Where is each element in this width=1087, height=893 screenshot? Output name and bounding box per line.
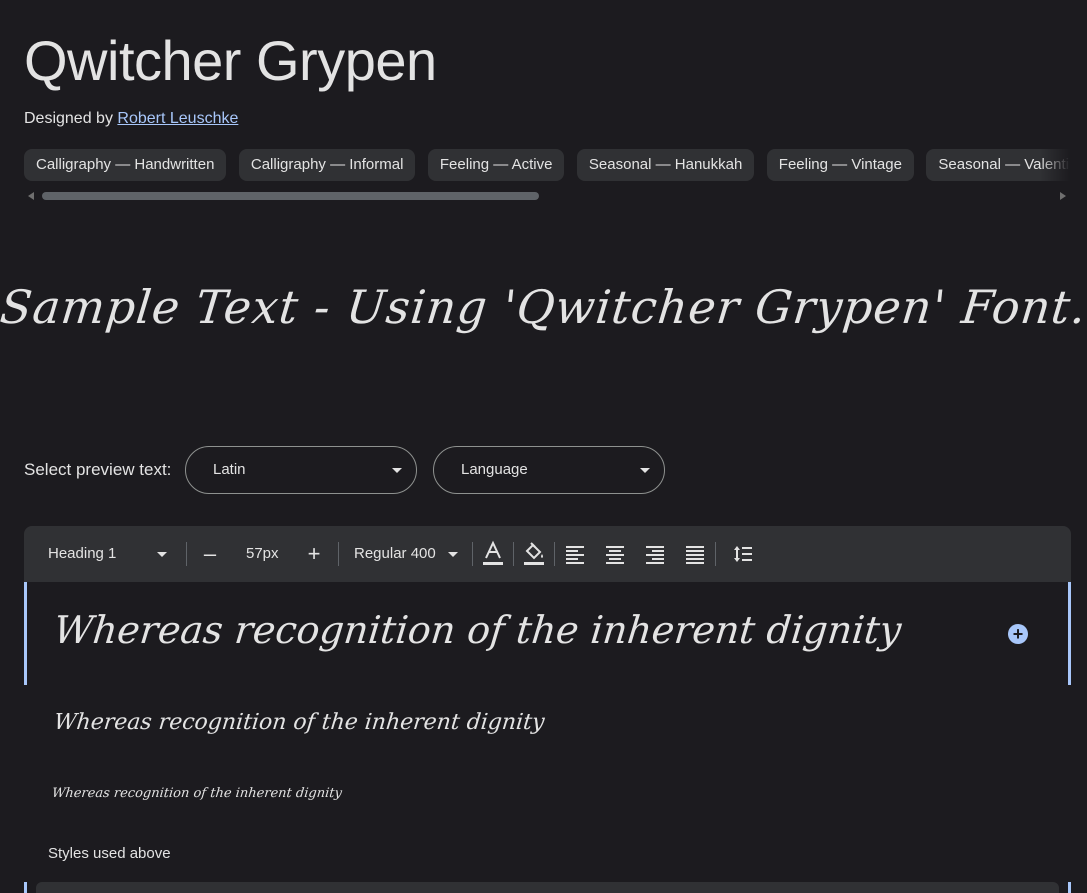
styles-panel-edge [24, 882, 1071, 893]
align-right-icon[interactable] [645, 544, 665, 564]
background-color-icon[interactable] [522, 540, 546, 568]
chevron-down-icon [392, 468, 402, 473]
add-icon[interactable]: + [1008, 624, 1028, 644]
toolbar-divider [472, 542, 473, 566]
line-height-icon[interactable] [733, 544, 753, 564]
preview-text-small[interactable]: Whereas recognition of the inherent dign… [51, 786, 342, 801]
preview-toolbar: Heading 1 – 57px + Regular 400 [24, 526, 1071, 582]
chips-fade-overlay [1040, 149, 1070, 181]
tag-chip-list: Calligraphy — Handwritten Calligraphy — … [24, 149, 1070, 181]
designer-prefix: Designed by [24, 110, 113, 127]
font-page: Qwitcher Grypen Designed by Robert Leusc… [0, 0, 1087, 893]
chevron-down-icon [156, 551, 167, 557]
text-color-icon[interactable] [481, 540, 505, 568]
align-left-icon[interactable] [565, 544, 585, 564]
tag-chip[interactable]: Seasonal — Hanukkah [576, 149, 755, 181]
chevron-down-icon [447, 551, 458, 557]
toolbar-divider [186, 542, 187, 566]
toolbar-divider [513, 542, 514, 566]
scroll-thumb[interactable] [42, 192, 539, 200]
toolbar-divider [338, 542, 339, 566]
styles-used-heading: Styles used above [48, 845, 171, 862]
designer-line: Designed by Robert Leuschke [24, 110, 238, 128]
hero-sample-text: Sample Text - Using 'Qwitcher Grypen' Fo… [0, 280, 1087, 334]
scroll-right-arrow-icon[interactable] [1060, 192, 1066, 200]
style-select-value: Heading 1 [48, 545, 117, 562]
weight-select[interactable]: Regular 400 [354, 526, 458, 582]
tag-chip[interactable]: Feeling — Active [427, 149, 565, 181]
preview-text-label: Select preview text: [24, 460, 172, 479]
script-select[interactable]: Latin [185, 446, 417, 494]
toolbar-divider [715, 542, 716, 566]
preview-text-large[interactable]: Whereas recognition of the inherent dign… [52, 608, 904, 652]
style-select[interactable]: Heading 1 [48, 526, 167, 582]
designer-link[interactable]: Robert Leuschke [117, 110, 238, 127]
chevron-down-icon [640, 468, 650, 473]
preview-text-medium[interactable]: Whereas recognition of the inherent dign… [53, 710, 546, 735]
language-select[interactable]: Language [433, 446, 665, 494]
page-title: Qwitcher Grypen [24, 29, 437, 92]
weight-select-value: Regular 400 [354, 545, 436, 562]
script-select-value: Latin [213, 461, 246, 478]
tag-chip[interactable]: Calligraphy — Handwritten [24, 149, 227, 181]
decrease-size-button[interactable]: – [194, 538, 226, 570]
increase-size-button[interactable]: + [298, 538, 330, 570]
font-size-value[interactable]: 57px [246, 526, 279, 582]
toolbar-divider [554, 542, 555, 566]
styles-panel-top [36, 882, 1059, 893]
tag-chip[interactable]: Calligraphy — Informal [238, 149, 416, 181]
align-justify-icon[interactable] [685, 544, 705, 564]
chips-scrollbar[interactable] [24, 190, 1070, 202]
language-select-value: Language [461, 461, 528, 478]
tag-chip[interactable]: Feeling — Vintage [766, 149, 914, 181]
align-center-icon[interactable] [605, 544, 625, 564]
scroll-left-arrow-icon[interactable] [28, 192, 34, 200]
